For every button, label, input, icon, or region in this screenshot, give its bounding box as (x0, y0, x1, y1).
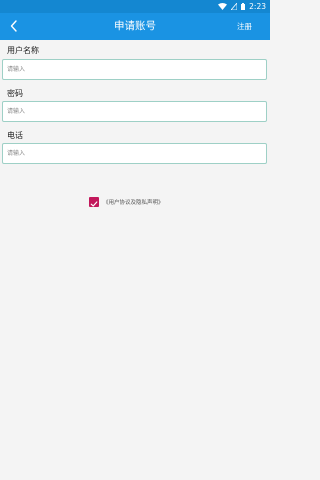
app-bar: 申请账号 注册 (0, 13, 270, 40)
page-title: 申请账号 (114, 20, 156, 32)
agreement-link[interactable]: 《用户协议及隐私声明》 (103, 198, 164, 206)
status-time: 2:23 (249, 2, 266, 11)
check-icon (90, 193, 98, 212)
agreement-checkbox[interactable] (89, 197, 99, 207)
battery-icon (241, 3, 246, 10)
password-input[interactable] (2, 101, 267, 122)
phone-label: 电话 (7, 131, 23, 140)
back-button[interactable] (6, 18, 22, 34)
username-label: 用户名称 (7, 46, 39, 55)
signal-icon (231, 3, 238, 10)
wifi-icon (218, 3, 228, 10)
chevron-left-icon (10, 17, 18, 36)
phone-input[interactable] (2, 143, 267, 164)
status-icons: 2:23 (218, 2, 266, 11)
username-input[interactable] (2, 59, 267, 80)
agreement-row: 《用户协议及隐私声明》 (89, 197, 164, 207)
status-bar: 2:23 (0, 0, 270, 13)
password-label: 密码 (7, 89, 23, 98)
register-button[interactable]: 注册 (237, 13, 252, 40)
